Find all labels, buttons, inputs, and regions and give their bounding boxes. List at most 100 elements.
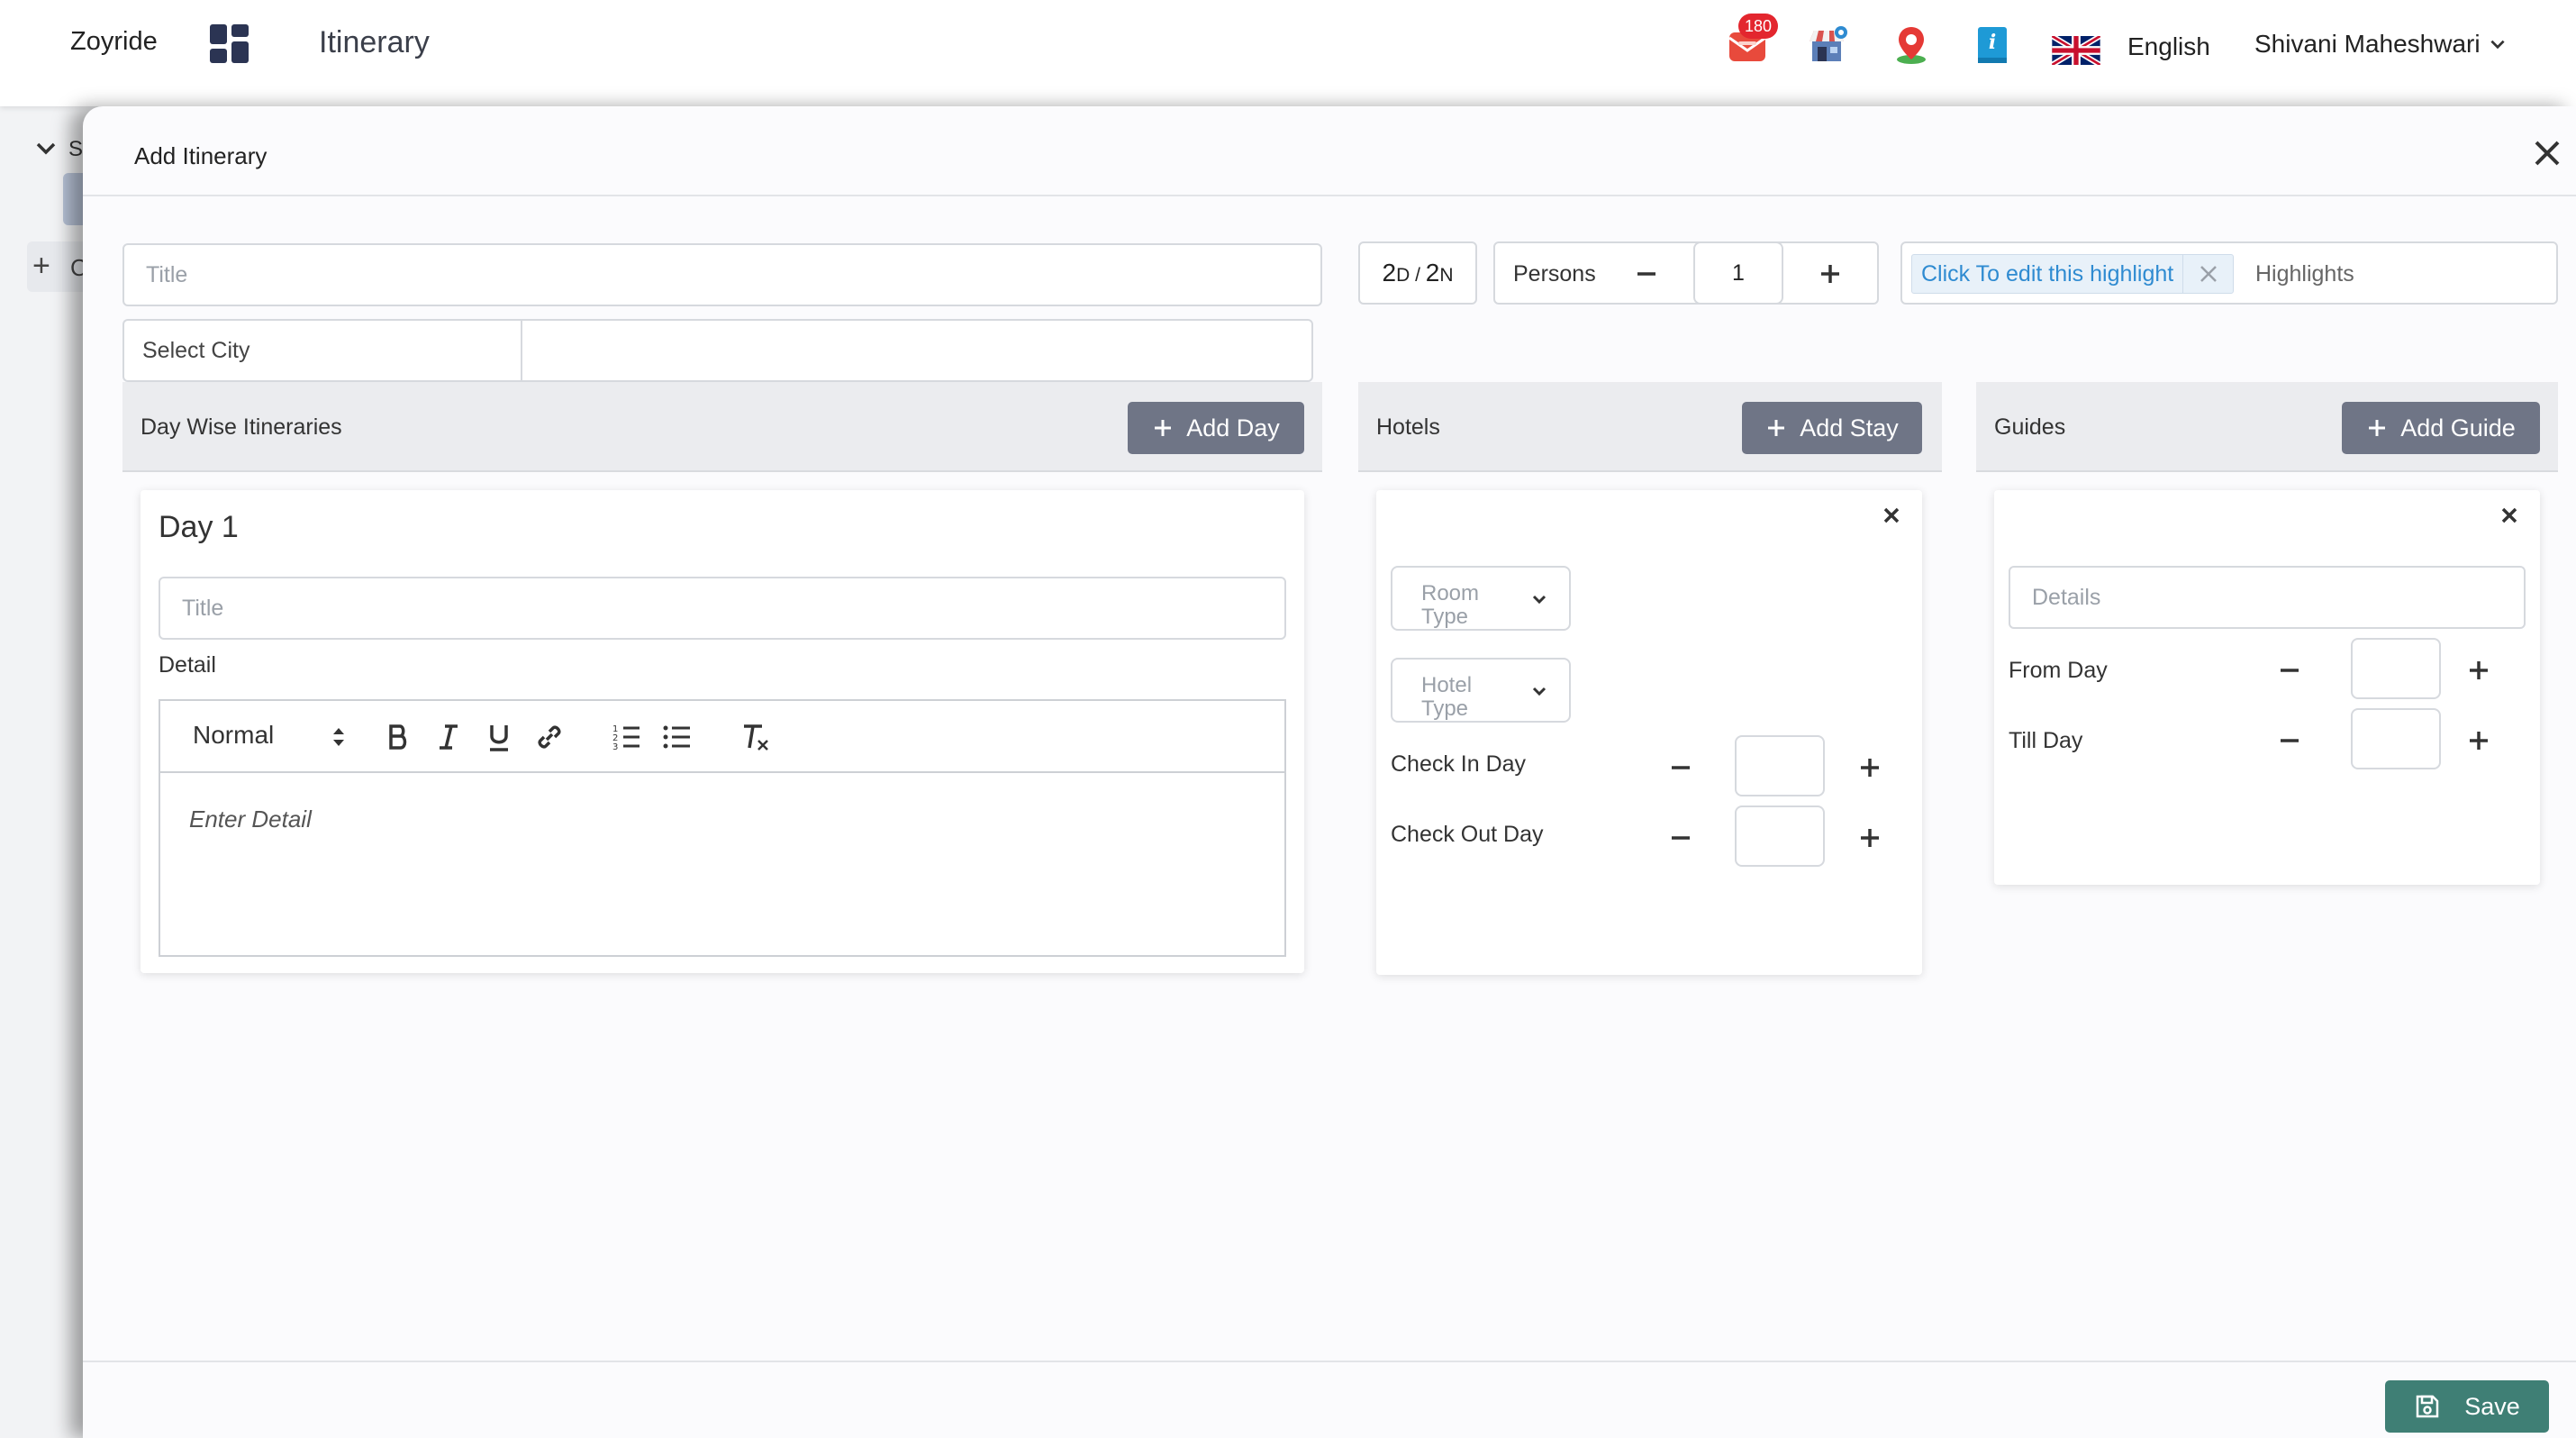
page-title: Itinerary (319, 25, 430, 59)
language-selector[interactable]: English (2127, 32, 2210, 61)
bullet-list-icon[interactable] (661, 721, 694, 753)
till-day-label: Till Day (2009, 728, 2083, 753)
day-section-title: Day Wise Itineraries (141, 414, 342, 440)
duration-separator: / (1410, 265, 1426, 286)
minus-icon[interactable] (1663, 820, 1699, 856)
minus-icon[interactable] (2272, 652, 2308, 688)
chip-remove-button[interactable] (2182, 255, 2233, 293)
duration-nights: 2 (1425, 259, 1440, 287)
guide-details-input[interactable] (2009, 566, 2526, 629)
plus-icon[interactable] (2461, 652, 2497, 688)
city-input[interactable] (521, 319, 1313, 382)
add-day-label: Add Day (1186, 414, 1280, 441)
close-icon[interactable] (2199, 264, 2218, 284)
plus-icon[interactable] (1812, 256, 1848, 292)
highlights-input[interactable]: Click To edit this highlight Highlights (1900, 241, 2558, 305)
select-city-dropdown[interactable]: Select City (122, 319, 522, 382)
plus-icon (1155, 420, 1172, 436)
link-icon[interactable] (533, 721, 566, 753)
itinerary-title-input[interactable] (122, 243, 1322, 306)
day-section-header: Day Wise Itineraries Add Day (122, 382, 1322, 472)
bold-icon[interactable] (382, 721, 414, 753)
day-title-input[interactable] (159, 577, 1286, 640)
editor-placeholder[interactable]: Enter Detail (189, 805, 312, 833)
day-name: Day 1 (159, 510, 239, 544)
chevron-down-icon (1532, 687, 1547, 696)
check-out-label: Check Out Day (1391, 822, 1544, 847)
hotel-type-select[interactable]: Hotel Type (1391, 658, 1571, 723)
duration-night-unit: N (1439, 265, 1454, 286)
dashboard-grid-icon[interactable] (210, 24, 249, 63)
user-menu[interactable]: Shivani Maheshwari (2254, 30, 2481, 59)
hotels-section-header: Hotels Add Stay (1358, 382, 1942, 472)
guide-card: From Day Till Day (1994, 490, 2540, 885)
add-itinerary-modal: Add Itinerary Select City 2D / 2N Person… (83, 106, 2576, 1438)
highlight-chip-label[interactable]: Click To edit this highlight (1912, 261, 2182, 287)
uk-flag-icon[interactable] (2052, 36, 2100, 65)
rich-text-editor: Normal 1 2 3 Enter Detail (159, 699, 1286, 957)
clear-format-icon[interactable] (739, 721, 771, 753)
duration-day-unit: D (1396, 265, 1410, 286)
plus-icon[interactable] (1852, 750, 1888, 786)
minus-icon[interactable] (1663, 750, 1699, 786)
plus-icon (1768, 420, 1785, 436)
close-icon[interactable] (2497, 503, 2522, 528)
hotels-section-title: Hotels (1376, 414, 1440, 440)
duration-display: 2D / 2N (1358, 241, 1477, 305)
italic-icon[interactable] (432, 721, 465, 753)
save-button[interactable]: Save (2385, 1380, 2549, 1433)
brand-name[interactable]: Zoyride (70, 27, 158, 57)
close-icon[interactable] (2529, 135, 2565, 171)
day-card: Day 1 Detail Normal (141, 490, 1304, 973)
from-day-label: From Day (2009, 658, 2108, 683)
plus-icon[interactable] (1852, 820, 1888, 856)
close-icon[interactable] (1879, 503, 1904, 528)
persons-stepper: Persons 1 (1493, 241, 1879, 305)
underline-icon[interactable] (483, 721, 515, 753)
add-guide-label: Add Guide (2400, 414, 2516, 441)
duration-days: 2 (1382, 259, 1397, 287)
detail-label: Detail (159, 652, 216, 678)
chevron-down-icon[interactable] (2488, 34, 2508, 54)
notification-badge: 180 (1738, 14, 1778, 39)
guides-section-title: Guides (1994, 414, 2066, 440)
hotel-card: Room Type Hotel Type Check In Day Check … (1376, 490, 1922, 975)
hotel-type-placeholder: Hotel Type (1421, 673, 1473, 721)
floppy-disk-icon (2416, 1395, 2439, 1418)
add-guide-button[interactable]: Add Guide (2342, 402, 2540, 454)
persons-value[interactable]: 1 (1693, 241, 1783, 305)
room-type-placeholder: Room Type (1421, 581, 1480, 629)
check-in-label: Check In Day (1391, 751, 1527, 777)
background-sidebar-label: S (68, 137, 84, 161)
add-stay-label: Add Stay (1800, 414, 1899, 441)
check-out-day-input[interactable] (1735, 805, 1825, 867)
info-book-icon[interactable]: i (1971, 23, 2014, 67)
chevron-down-icon[interactable] (34, 140, 58, 158)
minus-icon[interactable] (1628, 256, 1664, 292)
svg-text:i: i (1989, 31, 1996, 54)
from-day-input[interactable] (2351, 638, 2441, 699)
minus-icon[interactable] (2272, 723, 2308, 759)
footer-divider (83, 1361, 2576, 1362)
map-pin-icon[interactable] (1890, 23, 1933, 67)
till-day-input[interactable] (2351, 708, 2441, 769)
svg-text:3: 3 (612, 742, 618, 752)
modal-header: Add Itinerary (83, 106, 2576, 196)
plus-icon[interactable] (2461, 723, 2497, 759)
persons-label: Persons (1513, 261, 1596, 287)
editor-toolbar: Normal 1 2 3 (160, 701, 1284, 773)
top-bar: Zoyride Itinerary 180 i English Shivani … (0, 0, 2576, 106)
room-type-select[interactable]: Room Type (1391, 566, 1571, 631)
check-in-day-input[interactable] (1735, 735, 1825, 796)
add-stay-button[interactable]: Add Stay (1742, 402, 1922, 454)
add-day-button[interactable]: Add Day (1128, 402, 1304, 454)
plus-icon (2369, 420, 2386, 436)
guides-section-header: Guides Add Guide (1976, 382, 2558, 472)
chevron-down-icon (1532, 595, 1547, 605)
ordered-list-icon[interactable]: 1 2 3 (611, 721, 643, 753)
sort-arrows-icon[interactable] (330, 724, 348, 750)
save-label: Save (2464, 1392, 2520, 1420)
format-dropdown[interactable]: Normal (193, 721, 274, 750)
highlight-chip[interactable]: Click To edit this highlight (1911, 254, 2235, 294)
store-icon[interactable] (1807, 23, 1850, 67)
